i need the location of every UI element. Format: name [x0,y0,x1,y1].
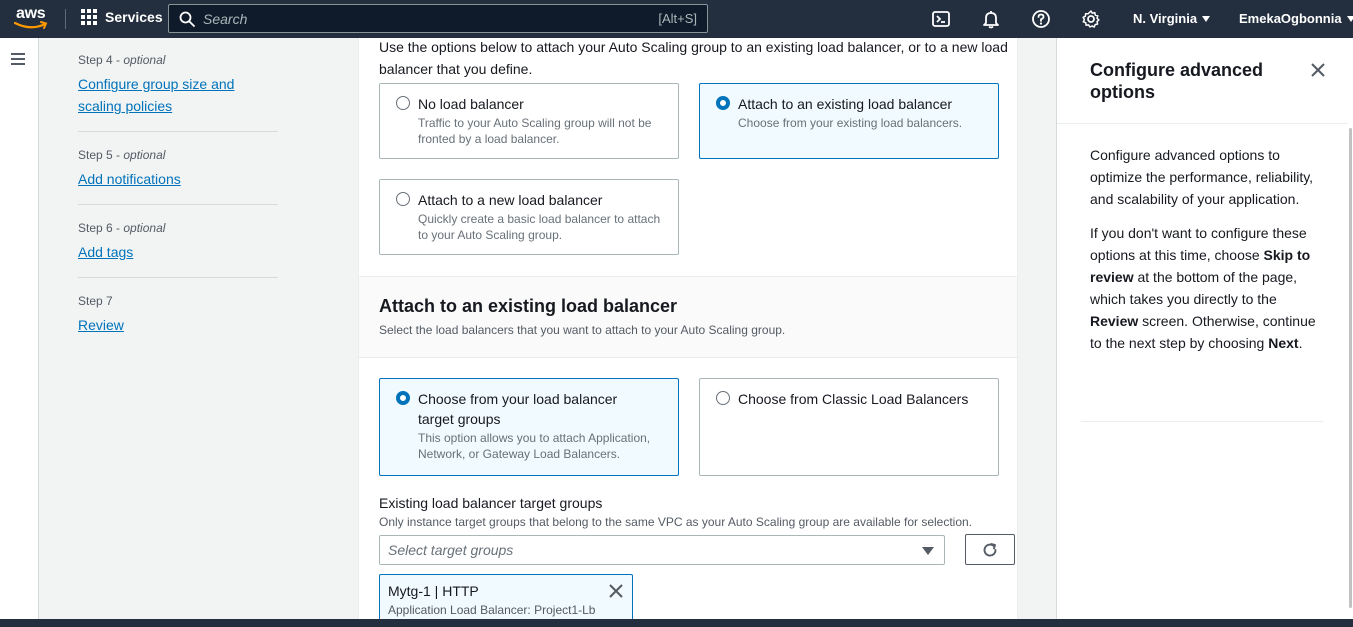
caret-down-icon [922,547,934,555]
close-icon[interactable] [1310,62,1326,78]
step-number: Step 5 - optional [78,148,166,162]
help-panel-header: Configure advanced options [1057,38,1353,124]
region-label: N. Virginia [1133,11,1198,26]
page-scrollbar[interactable] [1348,38,1353,608]
caret-down-icon [1202,15,1211,22]
target-groups-label: Existing load balancer target groups [379,495,603,511]
help-panel-body: Configure advanced options to optimize t… [1090,144,1316,366]
grid-icon [81,9,97,25]
wizard-steps: Step 4 - optional Configure group size a… [78,38,278,360]
load-balancing-panel: Use the options below to attach your Aut… [358,38,1018,627]
search-bar[interactable]: [Alt+S] [168,4,708,33]
refresh-button[interactable] [965,534,1015,565]
wizard-step: Step 7 Review [78,294,278,350]
existing-load-balancer-header: Attach to an existing load balancer Sele… [359,276,1017,358]
account-name: EmekaOgbonnia [1239,11,1342,26]
menu-hamburger-icon[interactable] [11,53,25,65]
section-description: Select the load balancers that you want … [379,323,786,337]
account-menu[interactable]: EmekaOgbonnia [1239,11,1353,26]
select-placeholder: Select target groups [388,542,514,558]
help-icon[interactable] [1031,9,1051,29]
refresh-icon [983,543,997,557]
step-number: Step 4 - optional [78,53,166,67]
option-target-groups[interactable]: Choose from your load balancer target gr… [379,378,679,476]
radio-button-selected[interactable] [716,96,730,110]
option-title: Attach to a new load balancer [418,192,603,208]
services-label: Services [105,9,163,25]
option-description: Traffic to your Auto Scaling group will … [418,116,652,146]
target-groups-select[interactable]: Select target groups [379,535,945,565]
settings-gear-icon[interactable] [1081,9,1101,29]
step-link-configure-group-size[interactable]: Configure group size and scaling policie… [78,73,278,117]
side-navigation-strip [0,38,39,627]
token-title: Mytg-1 | HTTP [388,583,479,599]
option-description: This option allows you to attach Applica… [418,431,651,461]
search-shortcut-hint: [Alt+S] [658,11,697,26]
scrollbar-thumb[interactable] [1349,128,1352,608]
wizard-step: Step 5 - optional Add notifications [78,148,278,205]
step-link-review[interactable]: Review [78,314,278,336]
step-number: Step 7 [78,294,113,308]
step-link-add-notifications[interactable]: Add notifications [78,168,278,190]
target-groups-description: Only instance target groups that belong … [379,515,973,529]
step-number: Step 6 - optional [78,221,166,235]
option-title: No load balancer [418,96,524,112]
bottom-bar [0,619,1353,627]
remove-token-close-icon[interactable] [608,583,624,599]
help-paragraph: Configure advanced options to optimize t… [1090,147,1314,207]
aws-smile-icon [14,21,48,29]
option-classic-load-balancers[interactable]: Choose from Classic Load Balancers [699,378,999,476]
caret-down-icon [1346,15,1353,22]
section-title: Attach to an existing load balancer [379,296,678,316]
help-panel: Configure advanced options Configure adv… [1056,38,1353,627]
option-attach-existing-load-balancer[interactable]: Attach to an existing load balancer Choo… [699,83,999,159]
search-icon [179,11,195,27]
search-input[interactable] [203,8,603,29]
radio-button-selected[interactable] [396,391,410,405]
option-title: Choose from Classic Load Balancers [738,391,969,407]
aws-logo[interactable]: aws [14,5,50,32]
option-attach-new-load-balancer[interactable]: Attach to a new load balancer Quickly cr… [379,179,679,255]
radio-button[interactable] [396,192,410,206]
option-no-load-balancer[interactable]: No load balancer Traffic to your Auto Sc… [379,83,679,159]
option-description: Choose from your existing load balancers… [738,116,963,130]
nav-divider [65,9,66,29]
help-paragraph: If you don't want to configure these opt… [1090,225,1316,351]
help-panel-title: Configure advanced options [1090,60,1264,102]
option-title: Attach to an existing load balancer [738,96,953,112]
help-divider [1081,421,1323,422]
top-navigation: aws Services [Alt+S] [0,0,1353,38]
token-subtitle: Application Load Balancer: Project1-Lb [388,603,596,617]
load-balancing-intro: Use the options below to attach your Aut… [379,39,1008,77]
notifications-bell-icon[interactable] [981,9,1001,29]
services-menu-button[interactable]: Services [81,9,163,25]
region-selector[interactable]: N. Virginia [1133,11,1211,26]
cloudshell-icon[interactable] [931,9,951,29]
option-title: Choose from your load balancer target gr… [418,391,618,427]
radio-button[interactable] [396,96,410,110]
wizard-step: Step 6 - optional Add tags [78,221,278,278]
step-link-add-tags[interactable]: Add tags [78,241,278,263]
radio-button[interactable] [716,391,730,405]
wizard-step: Step 4 - optional Configure group size a… [78,53,278,132]
option-description: Quickly create a basic load balancer to … [418,212,661,242]
